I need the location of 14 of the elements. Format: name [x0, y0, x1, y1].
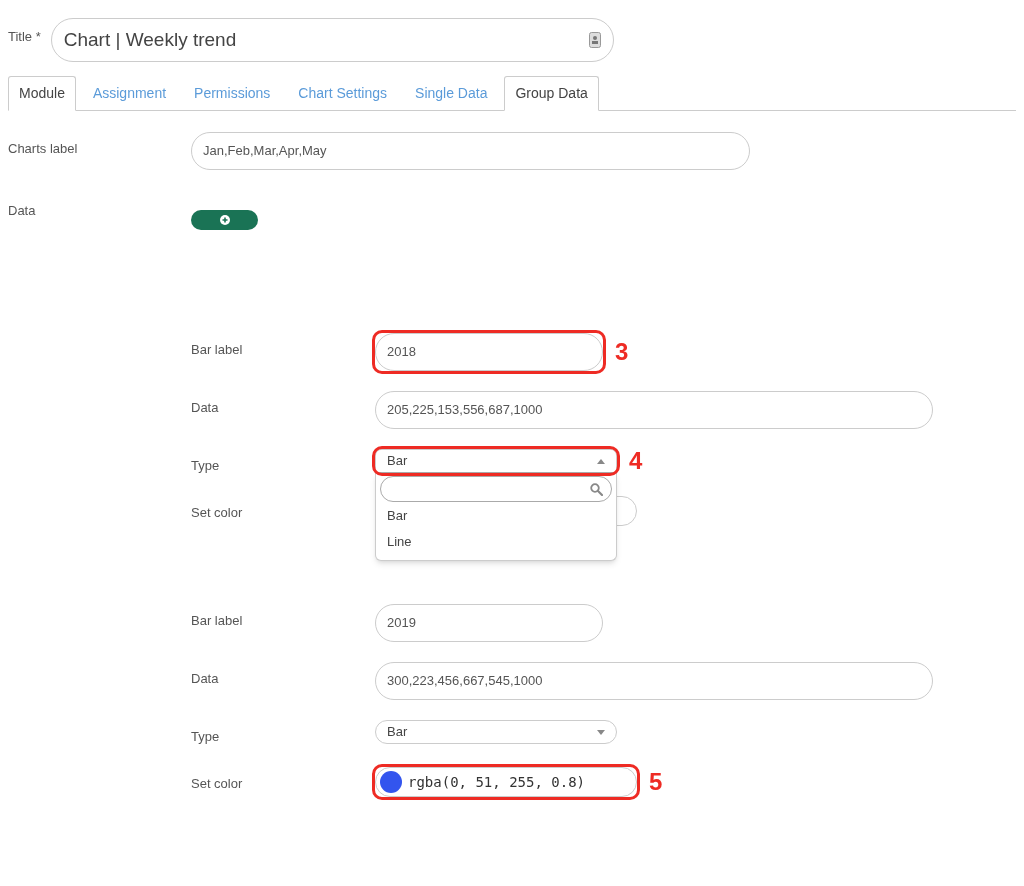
field-label: Set color — [191, 505, 243, 520]
field-label: Charts label — [8, 141, 78, 156]
callout-number: 5 — [649, 767, 663, 797]
field-label: Data — [8, 203, 36, 218]
field-label: Type — [191, 729, 220, 744]
field-label: Title * — [8, 28, 41, 47]
field-label: Bar label — [191, 342, 243, 357]
callout-number: 4 — [629, 446, 643, 476]
field-label: Set color — [191, 776, 243, 791]
field-label: Data — [191, 400, 219, 415]
field-label: Type — [191, 458, 220, 473]
field-label: Bar label — [191, 613, 243, 628]
field-label: Data — [191, 671, 219, 686]
callout-number: 3 — [615, 337, 629, 367]
